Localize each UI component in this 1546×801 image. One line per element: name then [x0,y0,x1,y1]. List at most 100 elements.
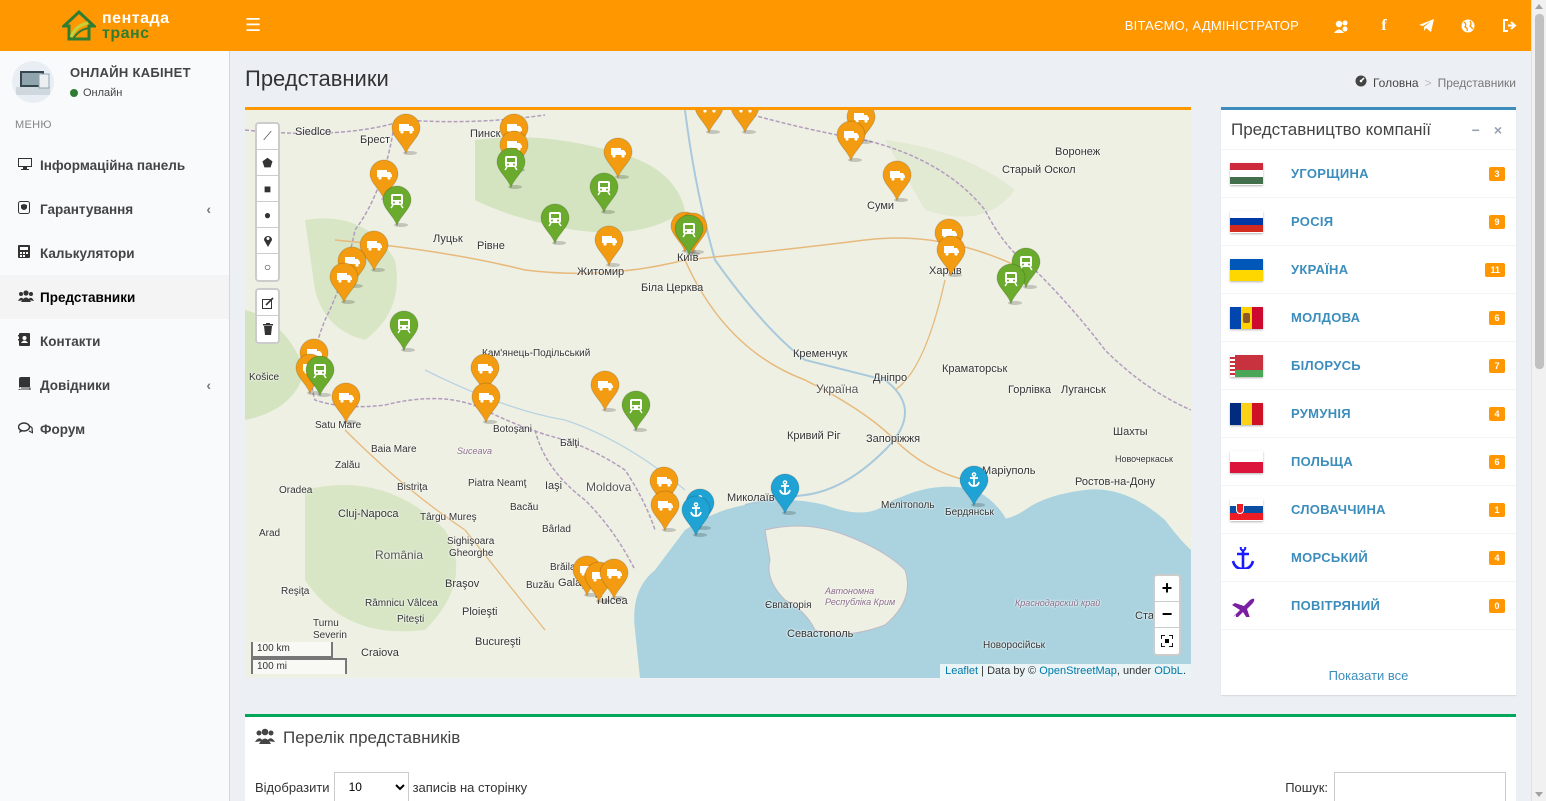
train-marker[interactable] [389,310,419,352]
train-marker[interactable] [621,390,651,432]
delete-layers-icon[interactable] [257,316,278,342]
draw-circlemarker-icon[interactable]: ○ [257,254,278,280]
map-label: Кременчук [793,348,848,360]
sidebar-item-label: Представники [40,289,136,305]
map-label: Старый Оскол [1002,164,1076,176]
country-row[interactable]: ПОЛЬЩА 6 [1221,438,1516,486]
truck-marker[interactable] [594,225,624,267]
country-row[interactable]: УГОРЩИНА 3 [1221,150,1516,198]
sign-out-icon[interactable] [1489,0,1531,51]
show-all-link[interactable]: Показати все [1221,668,1516,683]
flag-icon [1230,258,1263,281]
close-icon[interactable]: × [1494,122,1502,138]
train-marker[interactable] [589,172,619,214]
train-marker[interactable] [540,203,570,245]
zoom-in-button[interactable]: + [1155,576,1179,602]
scroll-up-icon[interactable] [1535,4,1543,9]
scrollbar-thumb[interactable] [1535,14,1544,369]
draw-marker-icon[interactable] [257,228,278,254]
country-row[interactable]: УКРАЇНА 11 [1221,246,1516,294]
flag-icon [1230,162,1263,185]
list-box-title: Перелік представників [283,728,461,747]
anchor-icon [1230,546,1263,569]
odbl-link[interactable]: ODbL [1154,665,1183,677]
sidebar-item-directories[interactable]: Довідники ‹ [0,363,229,407]
count-badge: 6 [1489,454,1505,469]
zoom-out-button[interactable]: − [1155,602,1179,628]
truck-marker[interactable] [391,113,421,155]
map-label: Piatra Neamţ [468,478,527,489]
draw-polygon-icon[interactable]: ⬟ [257,150,278,176]
train-marker[interactable] [305,355,335,397]
collapse-icon[interactable]: − [1472,122,1480,138]
country-list: УГОРЩИНА 3 РОСІЯ 9 УКРАЇНА 11 МОЛДОВА 6 БІЛОРУСЬ… [1221,150,1516,630]
search-input[interactable] [1334,772,1506,801]
breadcrumb-home[interactable]: Головна [1373,76,1419,90]
country-name: МОРСЬКИЙ [1291,550,1369,565]
truck-marker[interactable] [599,558,629,600]
truck-marker[interactable] [650,490,680,532]
port-marker[interactable] [770,473,800,515]
sidebar-toggle-icon[interactable]: ☰ [245,15,265,36]
plane-icon [1230,595,1263,617]
flag-icon [1230,402,1263,425]
country-row[interactable]: МОЛДОВА 6 [1221,294,1516,342]
truck-marker[interactable] [882,160,912,202]
globe-icon[interactable] [1447,0,1489,51]
truck-marker[interactable] [694,110,724,134]
train-marker[interactable] [996,263,1026,305]
country-row[interactable]: МОРСЬКИЙ 4 [1221,534,1516,582]
truck-marker[interactable] [331,382,361,424]
brand-logo[interactable]: пентада транс [0,0,230,51]
train-marker[interactable] [496,147,526,189]
country-row[interactable]: БІЛОРУСЬ 7 [1221,342,1516,390]
edit-layers-icon[interactable] [257,290,278,316]
edit-toolbar [255,288,280,344]
facebook-icon[interactable]: f [1363,0,1405,51]
country-row[interactable]: РОСІЯ 9 [1221,198,1516,246]
map-label: Україна [816,382,859,396]
users-icon[interactable] [1321,0,1363,51]
sidebar-item-guarantee[interactable]: Гарантування ‹ [0,187,229,231]
truck-marker[interactable] [730,110,760,134]
country-name: РОСІЯ [1291,214,1334,229]
page-length-select[interactable]: 10 [333,772,409,801]
map-label: Автономна Республіка Крим [825,586,896,607]
map-label: Бердянськ [945,507,994,518]
draw-circle-icon[interactable]: ● [257,202,278,228]
map-label: Воронеж [1055,146,1101,158]
leaflet-link[interactable]: Leaflet [945,665,978,677]
menu-header: МЕНЮ [15,119,52,131]
map-label: Severin [313,630,347,641]
sidebar-item-dashboard[interactable]: Інформаційна панель [0,143,229,187]
truck-marker[interactable] [590,370,620,412]
draw-rectangle-icon[interactable]: ■ [257,176,278,202]
train-marker[interactable] [382,185,412,227]
country-row[interactable]: СЛОВАЧЧИНА 1 [1221,486,1516,534]
truck-marker[interactable] [936,235,966,277]
sidebar-item-label: Інформаційна панель [40,157,186,173]
sidebar-item-calculators[interactable]: Калькулятори [0,231,229,275]
port-marker[interactable] [681,495,711,537]
sidebar-item-representatives[interactable]: Представники [0,275,229,319]
truck-marker[interactable] [471,382,501,424]
telegram-icon[interactable] [1405,0,1447,51]
country-row[interactable]: ПОВІТРЯНИЙ 0 [1221,582,1516,630]
sidebar-item-contacts[interactable]: Контакти [0,319,229,363]
map-label: România [375,548,424,562]
scroll-down-icon[interactable] [1535,792,1543,797]
map-label: Пинск [470,128,501,140]
page-scrollbar[interactable] [1531,0,1546,801]
user-panel: ОНЛАЙН КАБІНЕТ Онлайн [0,51,229,113]
truck-marker[interactable] [329,262,359,304]
osm-link[interactable]: OpenStreetMap [1039,665,1117,677]
port-marker[interactable] [959,465,989,507]
sidebar-item-forum[interactable]: Форум [0,407,229,451]
draw-polyline-icon[interactable]: ⟋ [257,124,278,150]
map-label: Запоріжжя [866,433,921,445]
train-marker[interactable] [674,214,704,256]
representatives-map[interactable]: Брест Пинск Siedlce Луцьк Рівне Житомир … [245,107,1191,678]
truck-marker[interactable] [836,120,866,162]
country-row[interactable]: РУМУНІЯ 4 [1221,390,1516,438]
fullscreen-icon[interactable] [1155,628,1179,654]
